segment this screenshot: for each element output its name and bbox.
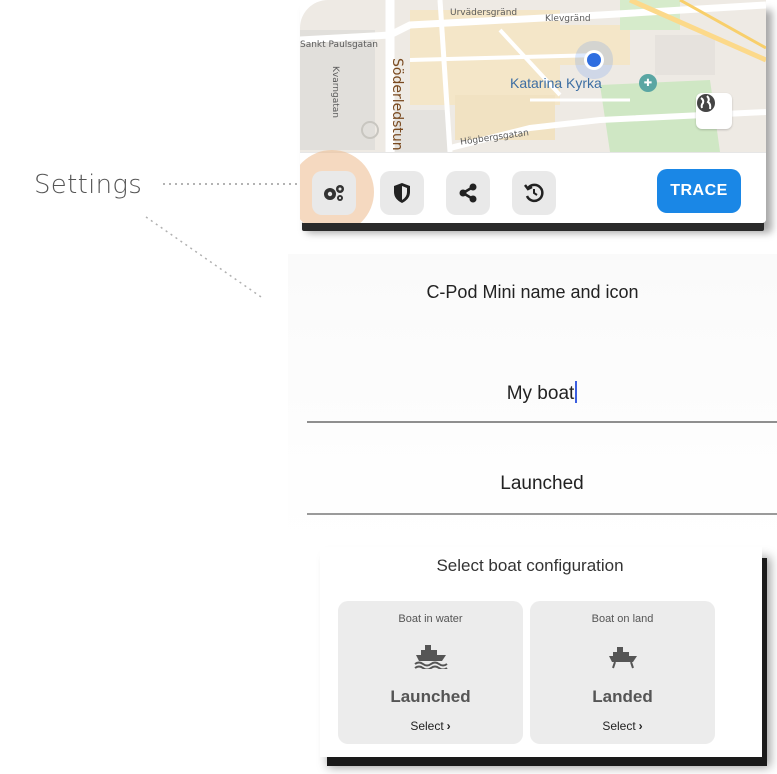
select-label: Select <box>602 719 636 733</box>
map-card: Urvädersgränd Klevgränd Sankt Paulsgatan… <box>300 0 766 223</box>
chevron-right-icon: › <box>446 719 451 733</box>
history-button[interactable] <box>512 171 556 215</box>
option-select-link[interactable]: Select › <box>338 719 523 733</box>
street-label: Urvädersgränd <box>450 8 518 18</box>
boat-name-field[interactable]: My boat <box>307 381 777 423</box>
option-state: Landed <box>592 687 653 706</box>
current-location-marker <box>587 53 601 67</box>
boat-on-land-icon <box>608 647 637 669</box>
chevron-right-icon: › <box>638 719 643 733</box>
name-and-icon-panel: C-Pod Mini name and icon My boat Launche… <box>288 254 777 544</box>
status-value: Launched <box>500 473 584 494</box>
map-view[interactable]: Urvädersgränd Klevgränd Sankt Paulsgatan… <box>300 0 766 152</box>
trace-button[interactable]: TRACE <box>657 169 741 213</box>
street-label: Söderledstun <box>389 58 405 151</box>
street-label: Kvarngatan <box>330 66 340 118</box>
privacy-button[interactable] <box>380 171 424 215</box>
gears-icon <box>324 185 344 201</box>
option-select-link[interactable]: Select › <box>530 719 715 733</box>
boat-in-water-option[interactable]: Boat in water Launched Select › <box>338 601 523 744</box>
church-icon: ✚ <box>639 74 657 92</box>
poi-label: Katarina Kyrka <box>510 75 602 91</box>
share-button[interactable] <box>446 171 490 215</box>
shield-icon <box>394 183 410 203</box>
status-field[interactable]: Launched <box>307 473 777 515</box>
globe-icon <box>697 94 715 112</box>
share-icon <box>459 183 477 203</box>
boat-name-value: My boat <box>506 383 575 404</box>
street-label: Sankt Paulsgatan <box>300 40 378 50</box>
street-label: Klevgränd <box>545 14 591 24</box>
settings-callout-label: Settings <box>34 170 143 200</box>
boat-in-water-icon <box>413 645 448 669</box>
toolbar: TRACE <box>300 150 766 223</box>
option-caption: Boat in water <box>398 613 463 625</box>
history-icon <box>524 183 544 203</box>
panel-title: C-Pod Mini name and icon <box>426 282 639 302</box>
boat-on-land-option[interactable]: Boat on land Landed Select › <box>530 601 715 744</box>
boat-configuration-card: Select boat configuration Boat in water … <box>320 547 762 757</box>
option-state: Launched <box>390 687 471 706</box>
option-caption: Boat on land <box>591 613 654 625</box>
config-title: Select boat configuration <box>436 556 624 575</box>
settings-button[interactable] <box>312 171 356 215</box>
text-caret <box>575 381 578 403</box>
select-label: Select <box>410 719 444 733</box>
globe-button[interactable] <box>696 93 732 129</box>
